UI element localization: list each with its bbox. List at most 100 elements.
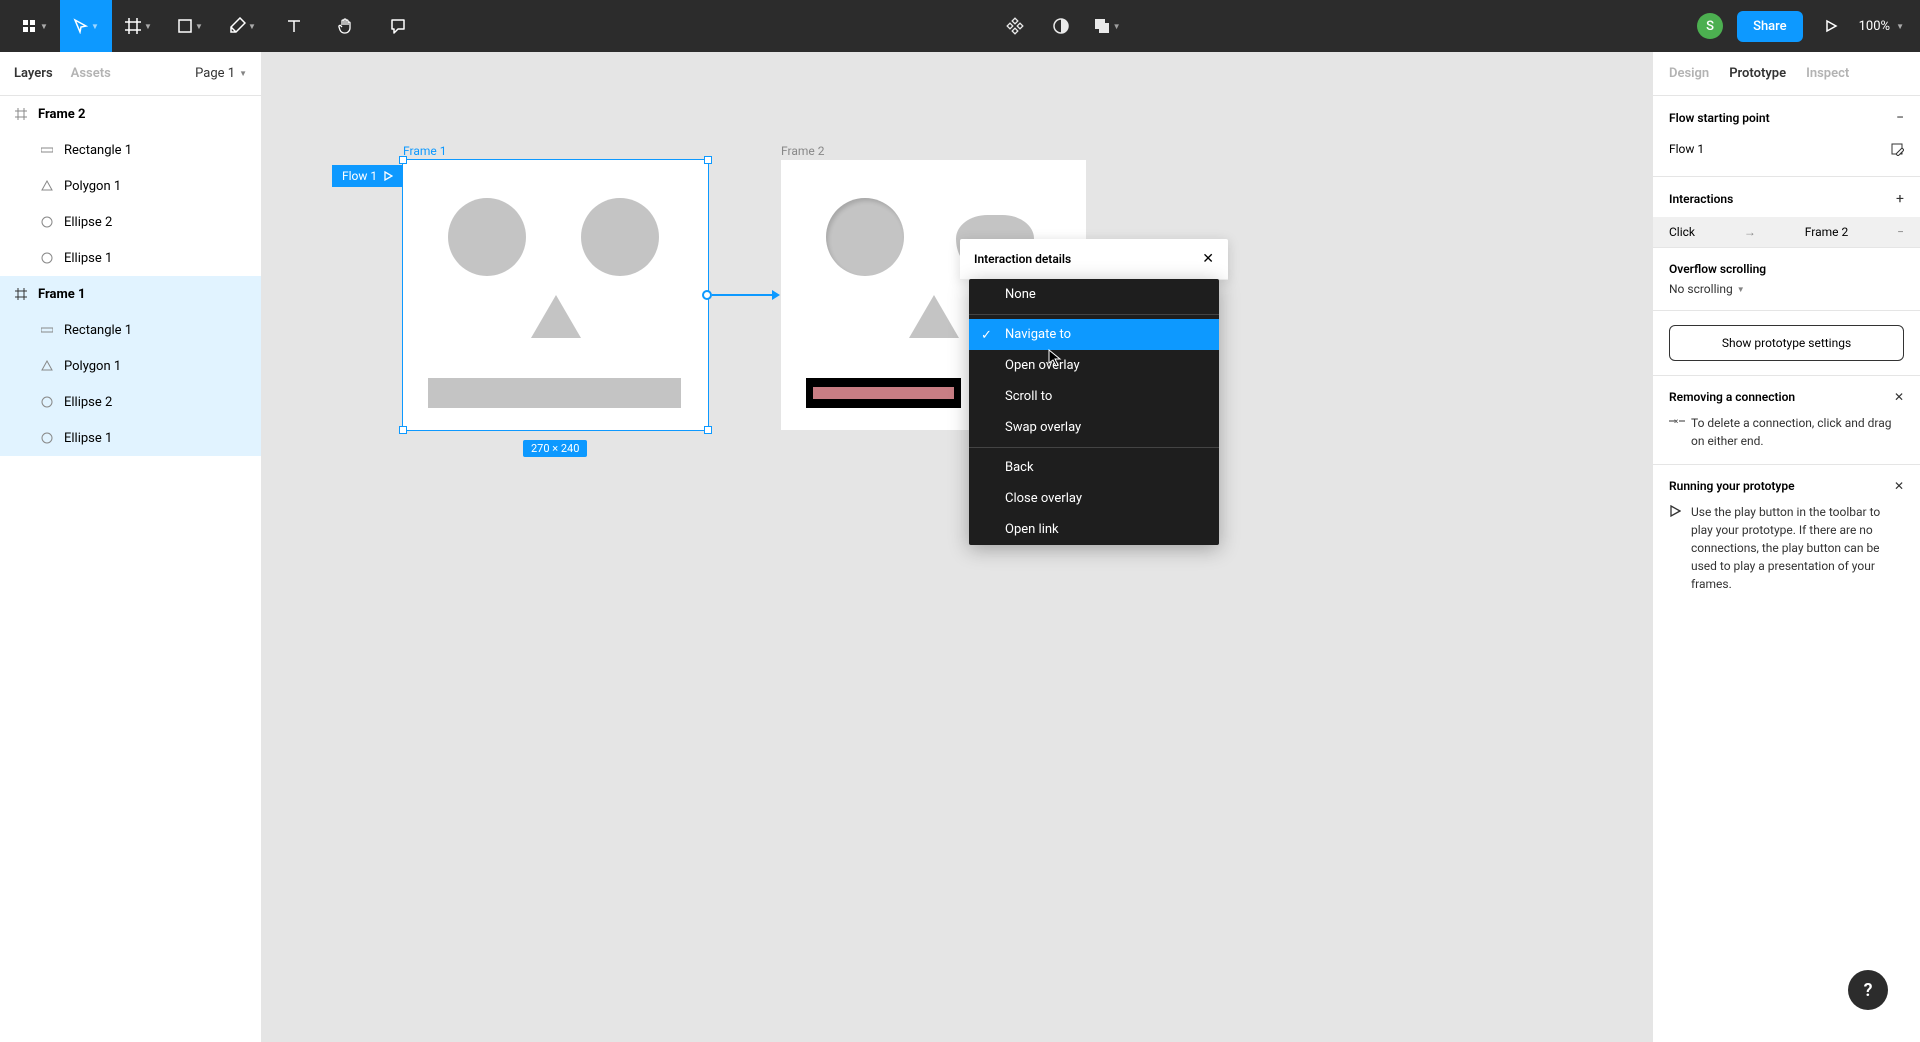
frame-2-label[interactable]: Frame 2 [781,144,824,158]
dropdown-scroll-to[interactable]: Scroll to [969,381,1219,412]
page-selector[interactable]: Page 1 ▼ [195,66,247,81]
chevron-down-icon: ▼ [195,22,203,31]
connection-line[interactable] [712,294,772,296]
ellipse-1[interactable] [448,198,526,276]
connection-arrow [772,290,780,300]
layer-label: Rectangle 1 [64,323,132,338]
polygon-1[interactable] [531,295,581,338]
help-text: Use the play button in the toolbar to pl… [1669,503,1904,593]
canvas[interactable]: Flow 1 Frame 1 270 × 240 Frame 2 [262,52,1652,1042]
flow-badge[interactable]: Flow 1 [332,165,403,187]
layer-ellipse-1-b[interactable]: Ellipse 1 [0,420,261,456]
selection-handle[interactable] [704,426,712,434]
design-tab[interactable]: Design [1669,66,1709,81]
frame-icon [14,107,28,121]
minus-icon[interactable]: − [1896,110,1904,126]
polygon-1-f2[interactable] [909,295,959,338]
layer-frame-1[interactable]: Frame 1 [0,276,261,312]
close-icon[interactable]: ✕ [1894,479,1904,493]
rectangle-icon [40,323,54,337]
section-title: Flow starting point [1669,111,1770,125]
layer-polygon-1[interactable]: Polygon 1 [0,168,261,204]
boolean-icon[interactable]: ▼ [1091,10,1123,42]
layer-label: Ellipse 1 [64,251,112,266]
move-tool-button[interactable]: ▼ [60,0,112,52]
layer-ellipse-1[interactable]: Ellipse 1 [0,240,261,276]
pen-tool-button[interactable]: ▼ [216,0,268,52]
chevron-down-icon: ▼ [144,22,152,31]
frame-1[interactable] [403,160,708,430]
ellipse-icon [40,431,54,445]
shape-tool-button[interactable]: ▼ [164,0,216,52]
connection-node[interactable] [702,290,712,300]
plus-icon[interactable]: + [1896,191,1904,207]
layer-ellipse-2-b[interactable]: Ellipse 2 [0,384,261,420]
ellipse-icon [40,215,54,229]
zoom-dropdown[interactable]: 100% ▼ [1859,19,1904,34]
frame-1-label[interactable]: Frame 1 [403,144,446,158]
close-icon[interactable]: ✕ [1894,390,1904,404]
layer-rectangle-1-b[interactable]: Rectangle 1 [0,312,261,348]
rectangle-1[interactable] [428,378,681,408]
dropdown-open-link[interactable]: Open link [969,514,1219,545]
minus-icon[interactable]: − [1897,225,1904,239]
interaction-details-panel: Interaction details ✕ [960,239,1228,280]
ellipse-2[interactable] [581,198,659,276]
dimensions-badge: 270 × 240 [523,440,587,457]
frame-icon [14,287,28,301]
inspect-tab[interactable]: Inspect [1806,66,1849,81]
selection-handle[interactable] [399,426,407,434]
close-icon[interactable]: ✕ [1202,251,1214,267]
rectangle-inner [813,387,954,399]
action-dropdown: None ✓ Navigate to Open overlay Scroll t… [969,279,1219,545]
dropdown-navigate-to[interactable]: ✓ Navigate to [969,319,1219,350]
layer-label: Polygon 1 [64,179,121,194]
show-prototype-settings-button[interactable]: Show prototype settings [1669,325,1904,361]
hand-tool-button[interactable] [320,0,372,52]
layer-ellipse-2[interactable]: Ellipse 2 [0,204,261,240]
layer-label: Ellipse 1 [64,431,112,446]
rectangle-1-f2-bg[interactable] [806,378,961,408]
dropdown-close-overlay[interactable]: Close overlay [969,483,1219,514]
play-icon [1669,505,1681,517]
polygon-icon [40,359,54,373]
frame-tool-button[interactable]: ▼ [112,0,164,52]
prototype-tab[interactable]: Prototype [1729,66,1786,81]
top-toolbar: ▼ ▼ ▼ ▼ ▼ [0,0,1920,52]
present-button[interactable] [1817,19,1845,33]
chevron-down-icon: ▼ [1737,285,1745,294]
interaction-row[interactable]: Click → Frame 2 − [1653,217,1920,247]
section-title: Interactions [1669,192,1733,206]
layer-polygon-1-b[interactable]: Polygon 1 [0,348,261,384]
assets-tab[interactable]: Assets [71,66,111,81]
dropdown-swap-overlay[interactable]: Swap overlay [969,412,1219,443]
ellipse-1-f2[interactable] [826,198,904,276]
mask-icon[interactable] [1045,10,1077,42]
help-button[interactable]: ? [1848,970,1888,1010]
layer-rectangle-1[interactable]: Rectangle 1 [0,132,261,168]
layer-label: Ellipse 2 [64,215,112,230]
dropdown-none[interactable]: None [969,279,1219,310]
chevron-down-icon: ▼ [248,22,256,31]
toolbar-left: ▼ ▼ ▼ ▼ ▼ [8,0,424,52]
right-panel-tabs: Design Prototype Inspect [1653,52,1920,96]
selection-handle[interactable] [399,156,407,164]
comment-tool-button[interactable] [372,0,424,52]
component-icon[interactable] [999,10,1031,42]
user-avatar[interactable]: S [1697,13,1723,39]
layers-panel: Layers Assets Page 1 ▼ Frame 2 Rectangle… [0,52,262,1042]
layer-frame-2[interactable]: Frame 2 [0,96,261,132]
polygon-icon [40,179,54,193]
selection-handle[interactable] [704,156,712,164]
edit-icon[interactable] [1890,142,1904,156]
chevron-down-icon: ▼ [40,22,48,31]
share-button[interactable]: Share [1737,11,1803,42]
dropdown-open-overlay[interactable]: Open overlay [969,350,1219,381]
chevron-down-icon: ▼ [1113,22,1121,31]
figma-menu-button[interactable]: ▼ [8,0,60,52]
prototype-settings-section: Show prototype settings [1653,311,1920,376]
text-tool-button[interactable] [268,0,320,52]
scrolling-select[interactable]: No scrolling ▼ [1669,282,1904,296]
dropdown-back[interactable]: Back [969,452,1219,483]
layers-tab[interactable]: Layers [14,66,53,81]
